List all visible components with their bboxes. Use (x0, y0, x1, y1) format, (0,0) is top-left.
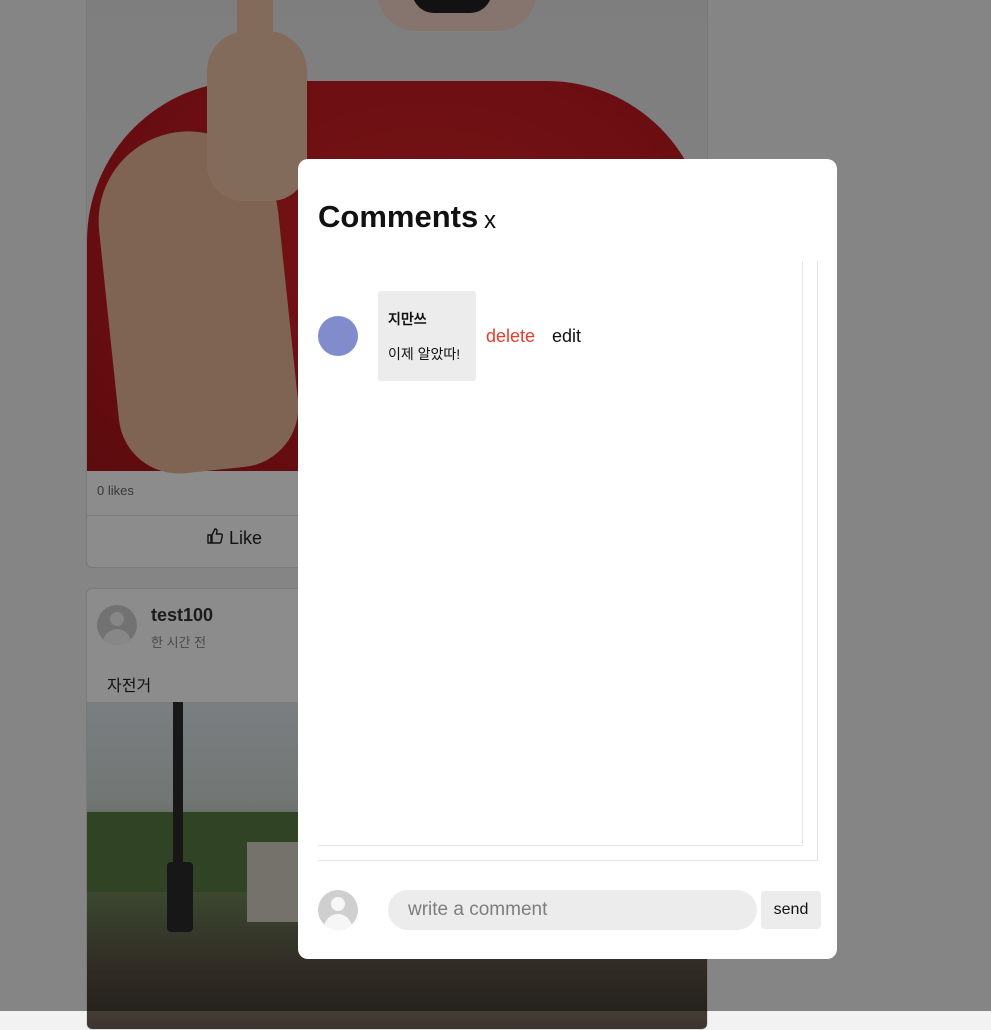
comment-author: 지만쓰 (388, 311, 427, 327)
send-button[interactable]: send (761, 891, 821, 929)
comments-modal: Comments x 지만쓰 이제 알았따! delete edit send (298, 159, 837, 959)
avatar (318, 890, 358, 930)
comments-list[interactable]: 지만쓰 이제 알았따! delete edit (318, 261, 803, 846)
comment-bubble: 지만쓰 이제 알았따! (378, 291, 476, 381)
comment-input[interactable] (388, 890, 757, 930)
comment-item: 지만쓰 이제 알았따! delete edit (318, 291, 718, 381)
edit-button[interactable]: edit (552, 326, 581, 347)
close-button[interactable]: x (484, 207, 496, 235)
comment-text: 이제 알았따! (388, 346, 461, 362)
avatar (318, 316, 358, 356)
comments-panel: 지만쓰 이제 알았따! delete edit (318, 261, 818, 861)
modal-title: Comments (318, 199, 479, 234)
delete-button[interactable]: delete (486, 326, 535, 347)
